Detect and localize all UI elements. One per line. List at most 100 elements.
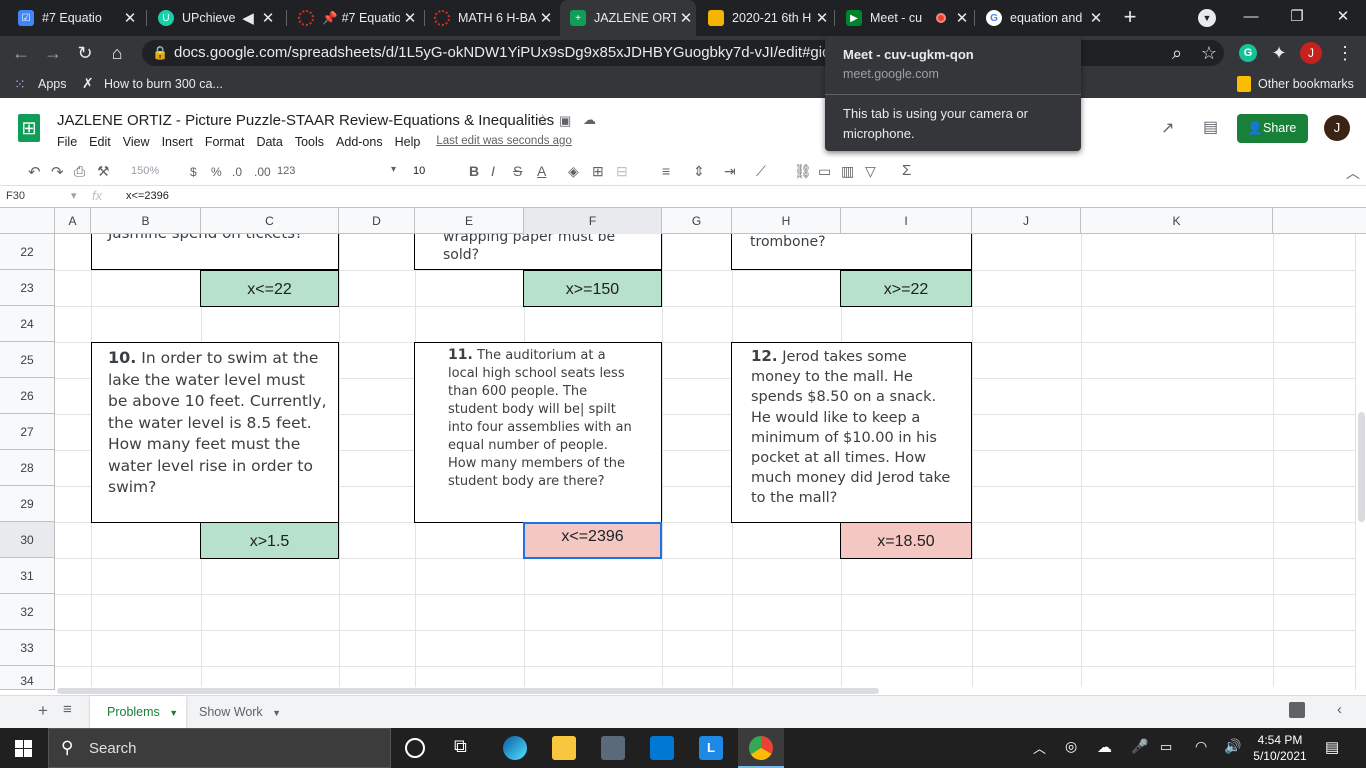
row-header-34[interactable]: 34 [0,666,55,690]
new-tab-plus-icon[interactable]: + [1118,4,1142,30]
row-header-31[interactable]: 31 [0,558,55,594]
sheet-tab-show-work[interactable]: Show Work ▼ [186,696,284,728]
row-header-23[interactable]: 23 [0,270,55,306]
browser-tab-7[interactable]: ▶ Meet - cu ✕ [836,4,972,32]
home-icon[interactable]: ⌂ [104,40,130,66]
close-tab-icon[interactable]: ✕ [812,9,832,27]
sheet-tab-problems[interactable]: Problems ▼ [90,696,186,728]
explore-icon[interactable] [1289,702,1305,718]
strikethrough-icon[interactable]: S [513,163,522,179]
browser-tab-4[interactable]: MATH 6 H-BA ✕ [424,4,556,32]
col-header-i[interactable]: I [841,208,972,234]
menu-tools[interactable]: Tools [295,135,324,149]
menu-edit[interactable]: Edit [89,135,111,149]
text-rotation-icon[interactable]: ⟋ [756,163,766,180]
speaker-icon[interactable]: ◀ [238,9,258,27]
menu-help[interactable]: Help [395,135,421,149]
minimize-icon[interactable]: — [1228,0,1274,32]
insert-link-icon[interactable]: ⛓ [794,163,812,180]
col-header-d[interactable]: D [339,208,415,234]
add-sheet-plus-icon[interactable]: + [38,701,48,721]
vertical-align-icon[interactable]: ⇕ [693,163,705,180]
file-explorer-icon[interactable] [552,736,576,760]
col-header-f[interactable]: F [524,208,662,234]
forward-arrow-icon[interactable]: → [40,40,66,66]
select-all-corner[interactable] [0,208,55,234]
cortana-icon[interactable] [405,738,425,758]
print-icon[interactable]: ⎙ [74,163,85,180]
answer-cell-c30[interactable]: x>1.5 [200,522,339,559]
menu-data[interactable]: Data [256,135,282,149]
cloud-status-icon[interactable]: ☁ [583,112,596,128]
horizontal-scroll-thumb[interactable] [57,688,879,694]
back-arrow-icon[interactable]: ← [8,40,34,66]
edge-icon[interactable] [503,736,527,760]
percent-button[interactable]: % [211,165,222,179]
task-view-icon[interactable]: ⧉ [454,736,467,757]
app-l-icon[interactable]: L [699,736,723,760]
taskbar-clock[interactable]: 4:54 PM 5/10/2021 [1250,732,1310,764]
problem-box-11[interactable]: 11. The auditorium at a local high schoo… [414,342,662,523]
activity-trend-icon[interactable]: ↗ [1161,118,1174,138]
windows-start-icon[interactable] [15,740,32,757]
borders-icon[interactable]: ⊞ [592,163,604,180]
col-header-b[interactable]: B [91,208,201,234]
close-tab-icon[interactable]: ✕ [676,9,696,27]
problem-box-12[interactable]: 12. Jerod takes some money to the mall. … [731,342,972,523]
horizontal-scrollbar[interactable] [55,687,1355,695]
text-color-icon[interactable]: A [537,163,546,179]
profile-avatar[interactable]: J [1300,42,1322,64]
close-tab-icon[interactable]: ✕ [258,9,278,27]
zoom-magnifier-icon[interactable]: ⌕ [1164,40,1190,66]
col-header-a[interactable]: A [55,208,91,234]
answer-cell-i30[interactable]: x=18.50 [840,522,972,559]
window-close-icon[interactable]: ✕ [1320,0,1366,32]
chrome-menu-icon[interactable]: ⋮ [1332,40,1358,66]
microphone-icon[interactable]: 🎤 [1131,738,1148,755]
col-header-k[interactable]: K [1081,208,1273,234]
currency-button[interactable]: $ [190,165,197,179]
problem-box-10[interactable]: 10. In order to swim at the lake the wat… [91,342,339,523]
grammarly-extension-icon[interactable]: G [1239,44,1257,62]
reload-icon[interactable]: ↻ [72,40,98,66]
collapse-chevron-icon[interactable]: ︿ [1346,163,1360,183]
browser-tab-8[interactable]: G equation and ✕ [976,4,1106,32]
functions-sigma-icon[interactable]: Σ [902,162,911,179]
close-tab-icon[interactable]: ✕ [1086,9,1106,27]
col-header-h[interactable]: H [732,208,841,234]
zoom-select[interactable]: 150% [131,165,159,177]
browser-tab-3[interactable]: 📌 #7 Equatio ✕ [288,4,420,32]
sheet-tab-dropdown-icon[interactable]: ▼ [272,708,281,718]
other-bookmarks[interactable]: Other bookmarks [1258,77,1354,91]
vertical-scroll-thumb[interactable] [1358,412,1365,522]
onedrive-icon[interactable]: ☁ [1097,738,1112,756]
browser-tab-5-active[interactable]: + JAZLENE ORTI ✕ [560,0,696,36]
close-tab-icon[interactable]: ✕ [536,9,556,27]
answer-cell-f23[interactable]: x>=150 [523,270,662,307]
row-header-24[interactable]: 24 [0,306,55,342]
paint-format-icon[interactable]: ⚒ [97,163,110,180]
side-panel-chevron-icon[interactable]: ‹ [1337,701,1342,718]
bookmark-star-icon[interactable]: ☆ [1196,40,1222,66]
store-icon[interactable] [601,736,625,760]
name-box[interactable]: F30 [6,190,25,202]
text-wrapping-icon[interactable]: ⇥ [724,163,736,180]
menu-addons[interactable]: Add-ons [336,135,383,149]
name-box-dropdown-icon[interactable]: ▾ [71,189,77,202]
merge-cells-icon[interactable]: ⊟ [616,163,628,180]
bold-icon[interactable]: B [469,163,479,179]
mail-icon[interactable] [650,736,674,760]
document-title[interactable]: JAZLENE ORTIZ - Picture Puzzle-STAAR Rev… [57,112,554,129]
col-header-e[interactable]: E [415,208,524,234]
row-header-33[interactable]: 33 [0,630,55,666]
volume-icon[interactable]: 🔊 [1224,738,1241,755]
menu-view[interactable]: View [123,135,150,149]
chrome-taskbar-button[interactable] [738,728,784,768]
row-header-30[interactable]: 30 [0,522,55,558]
redo-icon[interactable]: ↷ [51,163,64,181]
browser-tab-1[interactable]: ☑ #7 Equatio ✕ [8,4,140,32]
account-avatar[interactable]: J [1324,115,1350,141]
sheets-logo-icon[interactable]: ⊞ [18,114,40,142]
battery-icon[interactable]: ▭ [1160,739,1172,755]
row-header-29[interactable]: 29 [0,486,55,522]
